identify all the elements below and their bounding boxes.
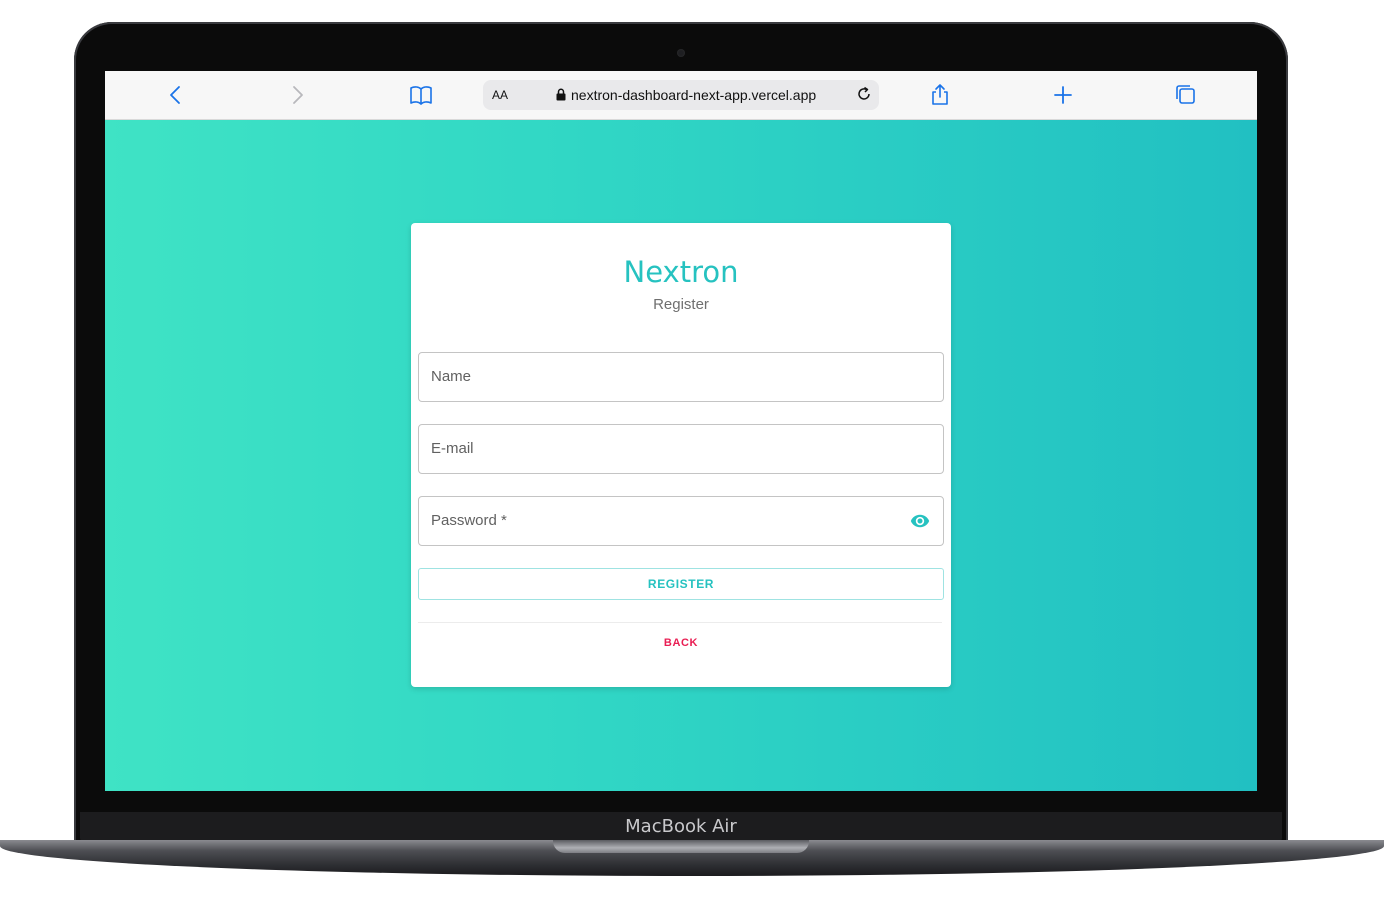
name-field-label: Name (431, 368, 472, 385)
divider (418, 622, 942, 623)
browser-toolbar: AA nextron-dashboard-next-app.vercel.app (105, 71, 1257, 120)
password-field[interactable]: Password * (418, 496, 944, 546)
page-background: Nextron Register Name E-mail Password * … (105, 120, 1257, 791)
book-icon[interactable] (409, 83, 433, 107)
email-field-label: E-mail (431, 440, 474, 457)
lock-icon (556, 88, 566, 101)
password-field-label: Password * (431, 512, 507, 529)
chevron-left-icon[interactable] (164, 83, 188, 107)
eye-icon[interactable] (909, 511, 931, 531)
url-text: nextron-dashboard-next-app.vercel.app (571, 87, 817, 103)
brand-title: Nextron (623, 255, 739, 289)
share-icon[interactable] (928, 83, 952, 107)
camera (677, 49, 685, 57)
tabs-icon[interactable] (1174, 83, 1198, 107)
name-field[interactable]: Name (418, 352, 944, 402)
page-subtitle: Register (653, 296, 709, 313)
reload-icon[interactable] (855, 85, 873, 103)
laptop-model-label: MacBook Air (625, 816, 737, 837)
address-bar[interactable]: AA nextron-dashboard-next-app.vercel.app (483, 80, 879, 110)
laptop-screen: AA nextron-dashboard-next-app.vercel.app (105, 71, 1257, 791)
laptop-opening-notch (553, 840, 809, 853)
text-size-button[interactable]: AA (492, 88, 508, 102)
register-card: Nextron Register Name E-mail Password * … (411, 223, 951, 687)
plus-icon[interactable] (1051, 83, 1075, 107)
register-button[interactable]: REGISTER (418, 568, 944, 600)
chevron-right-icon[interactable] (285, 83, 309, 107)
back-button[interactable]: BACK (631, 631, 731, 655)
email-field[interactable]: E-mail (418, 424, 944, 474)
